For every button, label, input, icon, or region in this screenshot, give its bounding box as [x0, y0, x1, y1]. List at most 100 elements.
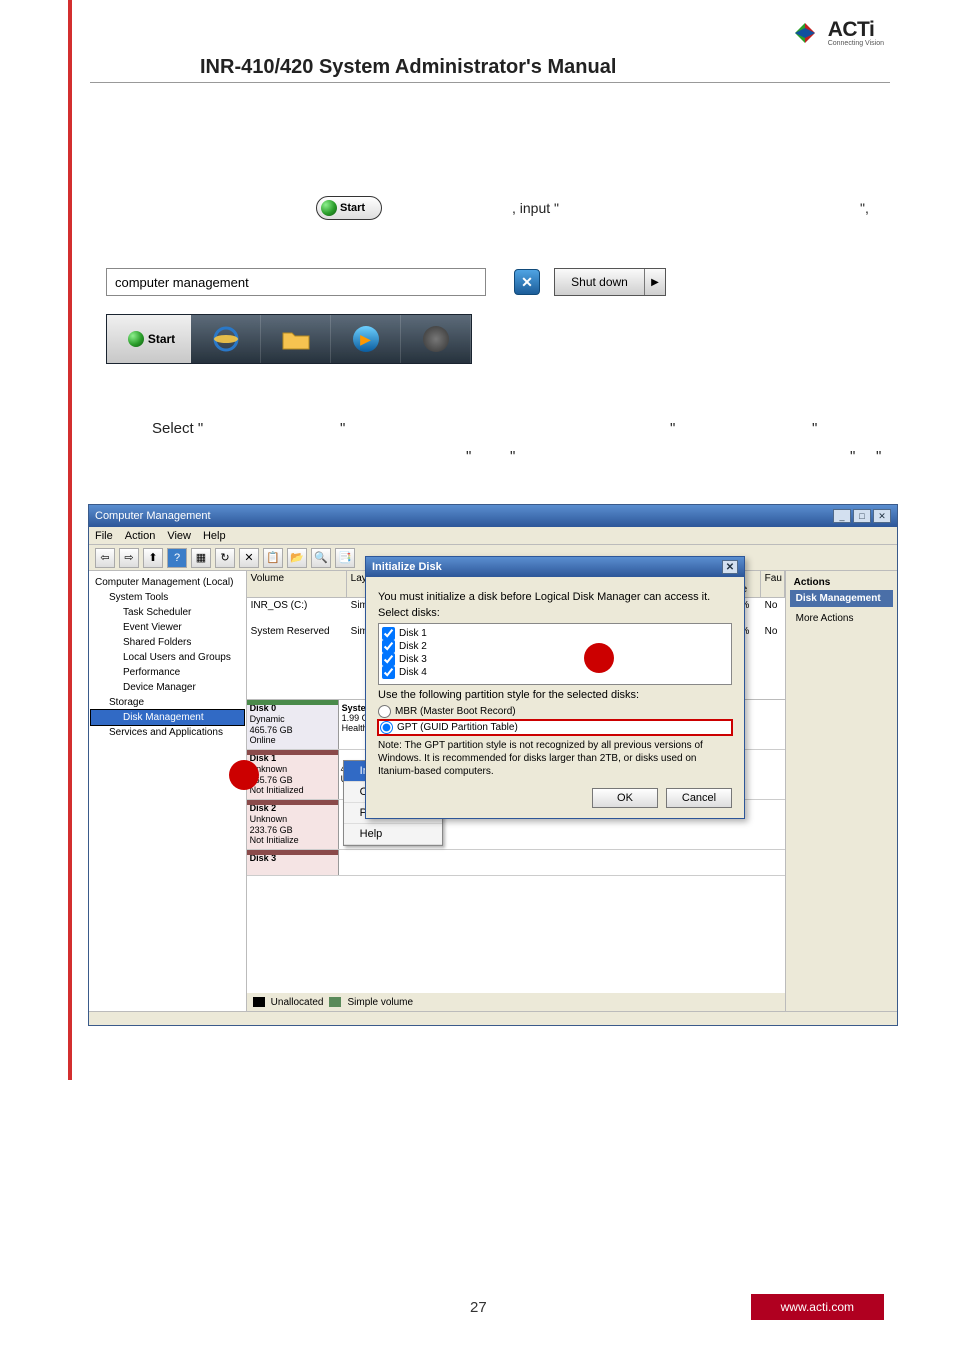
disk-2-label: Disk 2 Unknown 233.76 GB Not Initialize — [247, 800, 339, 849]
text-suffix: ", — [860, 200, 869, 216]
props-icon[interactable]: 📋 — [263, 548, 283, 568]
window-title: Computer Management — [95, 510, 211, 522]
tree-system-tools[interactable]: System Tools — [91, 590, 244, 605]
disk-row-3[interactable]: Disk 3 — [247, 850, 785, 876]
back-icon[interactable]: ⇦ — [95, 548, 115, 568]
ie-button[interactable] — [191, 315, 261, 363]
settings-button[interactable] — [401, 315, 471, 363]
forward-icon[interactable]: ⇨ — [119, 548, 139, 568]
shutdown-button[interactable]: Shut down ▶ — [554, 268, 666, 296]
radio-icon[interactable] — [380, 721, 393, 734]
help-icon[interactable]: ? — [167, 548, 187, 568]
minimize-icon[interactable]: _ — [833, 509, 851, 523]
actions-title: Actions — [790, 575, 893, 590]
close-icon[interactable]: ✕ — [873, 509, 891, 523]
tree-disk-management[interactable]: Disk Management — [91, 710, 244, 725]
start-orb-icon — [128, 331, 144, 347]
tree-services[interactable]: Services and Applications — [91, 725, 244, 740]
radio-icon[interactable] — [378, 705, 391, 718]
menu-help[interactable]: Help — [203, 530, 226, 542]
misc3-icon[interactable]: 📑 — [335, 548, 355, 568]
partition-style-label: Use the following partition style for th… — [378, 689, 732, 701]
start-orb-icon — [321, 200, 337, 216]
t: Online — [250, 735, 276, 745]
col-fau[interactable]: Fau — [761, 571, 785, 597]
tree-performance[interactable]: Performance — [91, 665, 244, 680]
cancel-button[interactable]: Cancel — [666, 788, 732, 808]
start-button[interactable]: Start — [107, 315, 191, 363]
tree-task-scheduler[interactable]: Task Scheduler — [91, 605, 244, 620]
chk-disk-2[interactable]: Disk 2 — [382, 640, 728, 653]
radio-mbr[interactable]: MBR (Master Boot Record) — [378, 705, 732, 718]
maximize-icon[interactable]: □ — [853, 509, 871, 523]
dialog-title: Initialize Disk — [372, 561, 442, 573]
legend: Unallocated Simple volume — [247, 993, 785, 1011]
menu-action[interactable]: Action — [125, 530, 156, 542]
legend-unalloc: Unallocated — [271, 997, 324, 1008]
media-player-button[interactable]: ▶ — [331, 315, 401, 363]
title-underline — [90, 82, 890, 83]
qt: " — [510, 448, 515, 465]
chk-disk-4[interactable]: Disk 4 — [382, 666, 728, 679]
checkbox-icon[interactable] — [382, 653, 395, 666]
ok-button[interactable]: OK — [592, 788, 658, 808]
close-icon[interactable]: ✕ — [514, 269, 540, 295]
t: Dynamic — [250, 714, 285, 724]
actions-more[interactable]: More Actions — [790, 610, 893, 627]
qt: " — [850, 448, 855, 465]
search-input[interactable]: computer management — [106, 268, 486, 296]
qt: " — [670, 420, 675, 437]
t: Disk 4 — [399, 667, 427, 678]
ie-icon — [212, 325, 240, 353]
t: Unknown — [250, 814, 288, 824]
menu-file[interactable]: File — [95, 530, 113, 542]
start-label: Start — [340, 202, 365, 214]
t: 465.76 GB — [250, 725, 293, 735]
misc2-icon[interactable]: 🔍 — [311, 548, 331, 568]
chk-disk-3[interactable]: Disk 3 — [382, 653, 728, 666]
qt: " — [876, 448, 881, 465]
explorer-button[interactable] — [261, 315, 331, 363]
radio-gpt[interactable]: GPT (GUID Partition Table) — [378, 720, 732, 735]
tree-shared-folders[interactable]: Shared Folders — [91, 635, 244, 650]
dialog-body: You must initialize a disk before Logica… — [366, 577, 744, 818]
brand-logo: ACTi Connecting Vision — [788, 18, 884, 47]
delete-icon[interactable]: ✕ — [239, 548, 259, 568]
actions-disk-mgmt[interactable]: Disk Management — [790, 590, 893, 607]
checkbox-icon[interactable] — [382, 627, 395, 640]
start-button-sample[interactable]: Start — [316, 196, 382, 220]
t: Disk 1 — [399, 628, 427, 639]
menu-help[interactable]: Help — [344, 824, 442, 845]
taskbar-search-row: computer management ✕ Shut down ▶ — [106, 264, 746, 300]
legend-unalloc-swatch — [253, 997, 265, 1007]
shutdown-label: Shut down — [555, 269, 645, 295]
view-icon[interactable]: ▦ — [191, 548, 211, 568]
dialog-close-icon[interactable]: ✕ — [722, 560, 738, 574]
checkbox-icon[interactable] — [382, 666, 395, 679]
chk-disk-1[interactable]: Disk 1 — [382, 627, 728, 640]
misc-icon[interactable]: 📂 — [287, 548, 307, 568]
tree-device-manager[interactable]: Device Manager — [91, 680, 244, 695]
refresh-icon[interactable]: ↻ — [215, 548, 235, 568]
tree-root[interactable]: Computer Management (Local) — [91, 575, 244, 590]
tree-storage[interactable]: Storage — [91, 695, 244, 710]
t: Not Initialize — [250, 835, 299, 845]
col-volume[interactable]: Volume — [247, 571, 347, 597]
tree-pane: Computer Management (Local) System Tools… — [89, 571, 247, 1011]
disk-0-label: Disk 0 Dynamic 465.76 GB Online — [247, 700, 339, 749]
tree-event-viewer[interactable]: Event Viewer — [91, 620, 244, 635]
t: Disk 2 — [399, 641, 427, 652]
dialog-message: You must initialize a disk before Logica… — [378, 591, 732, 603]
qt: " — [466, 448, 471, 465]
up-icon[interactable]: ⬆ — [143, 548, 163, 568]
menu-view[interactable]: View — [167, 530, 191, 542]
tree-local-users[interactable]: Local Users and Groups — [91, 650, 244, 665]
disk-3-label: Disk 3 — [247, 850, 339, 875]
select-disks-label: Select disks: — [378, 607, 732, 619]
checkbox-icon[interactable] — [382, 640, 395, 653]
legend-simple: Simple volume — [347, 997, 413, 1008]
left-red-bar — [68, 0, 72, 1080]
chevron-right-icon[interactable]: ▶ — [645, 269, 665, 295]
search-text: computer management — [115, 275, 249, 290]
footer-url[interactable]: www.acti.com — [751, 1294, 884, 1320]
